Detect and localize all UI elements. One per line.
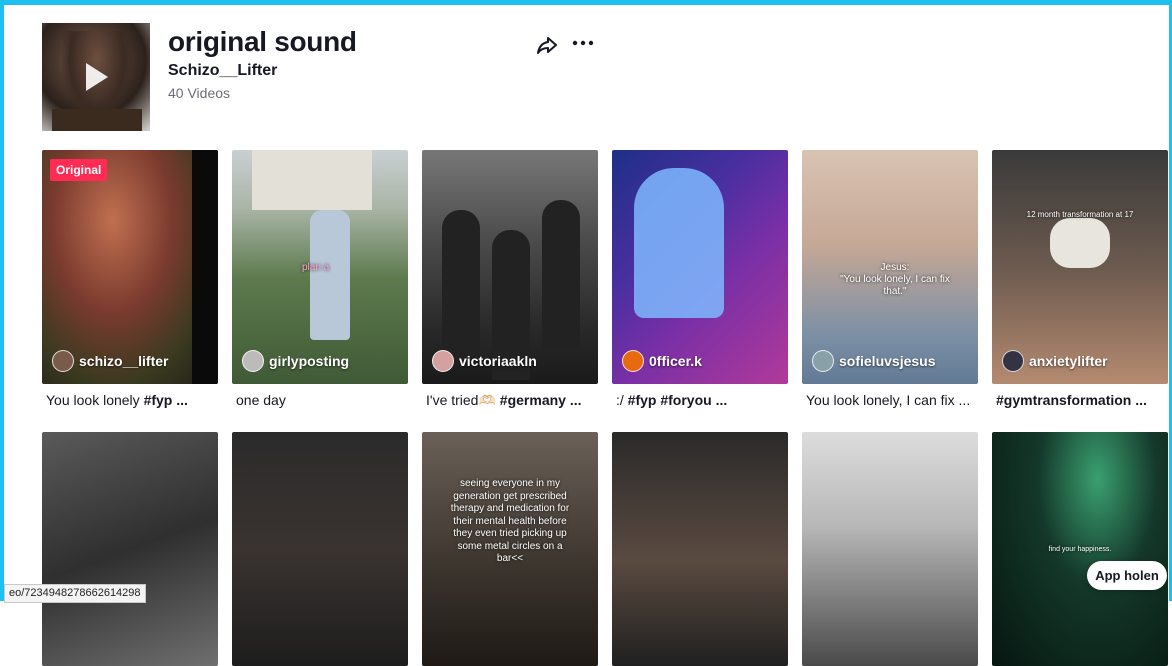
- window-left-border: [0, 0, 4, 601]
- caption-text: :/: [616, 392, 628, 408]
- video-caption[interactable]: one day: [232, 392, 408, 408]
- video-caption[interactable]: #gymtransformation ...: [992, 392, 1168, 408]
- video-caption[interactable]: You look lonely, I can fix ...: [802, 392, 978, 408]
- thumb-figure: [634, 168, 724, 318]
- caption-hashtags[interactable]: #germany ...: [500, 392, 582, 408]
- video-thumbnail[interactable]: victoriaakln: [422, 150, 598, 384]
- author-name: 0fficer.k: [649, 353, 702, 369]
- window-top-border: [0, 0, 1172, 5]
- thumb-house: [252, 150, 372, 210]
- thumb-figure: [542, 200, 580, 350]
- sound-title: original sound: [168, 26, 357, 57]
- sound-author[interactable]: Schizo__Lifter: [168, 62, 277, 80]
- more-icon: [572, 40, 594, 46]
- video-card[interactable]: [802, 432, 978, 666]
- author-name: schizo__lifter: [79, 353, 169, 369]
- share-icon: [537, 37, 557, 54]
- caption-hashtags[interactable]: #gymtransformation ...: [996, 392, 1147, 408]
- avatar: [1002, 350, 1024, 372]
- avatar: [812, 350, 834, 372]
- video-caption[interactable]: You look lonely #fyp ...: [42, 392, 218, 408]
- sound-cover[interactable]: [42, 23, 150, 131]
- video-thumbnail[interactable]: 0fficer.k: [612, 150, 788, 384]
- video-card[interactable]: seeing everyone in my generation get pre…: [422, 432, 598, 666]
- video-overlay-text: Jesus: "You look lonely, I can fix that.…: [840, 262, 950, 297]
- play-icon[interactable]: [86, 63, 108, 91]
- video-card[interactable]: victoriaakln I've tried🫶🏻 #germany ...: [422, 150, 598, 409]
- author-name: victoriaakln: [459, 353, 537, 369]
- avatar: [242, 350, 264, 372]
- video-caption[interactable]: I've tried🫶🏻 #germany ...: [422, 392, 598, 409]
- original-badge: Original: [50, 159, 108, 181]
- author-name: sofieluvsjesus: [839, 353, 936, 369]
- cover-bench: [52, 109, 142, 131]
- video-thumbnail[interactable]: Jesus: "You look lonely, I can fix that.…: [802, 150, 978, 384]
- author-name: girlyposting: [269, 353, 350, 369]
- share-button[interactable]: [535, 33, 559, 57]
- thumb-shadow: [192, 150, 218, 384]
- video-thumbnail[interactable]: seeing everyone in my generation get pre…: [422, 432, 598, 666]
- video-thumbnail[interactable]: 12 month transformation at 17 anxietylif…: [992, 150, 1168, 384]
- video-overlay-text: find your happiness.: [1048, 546, 1112, 553]
- video-thumbnail[interactable]: plan a girlyposting: [232, 150, 408, 384]
- avatar: [432, 350, 454, 372]
- video-card[interactable]: [42, 432, 218, 666]
- video-author[interactable]: victoriaakln: [432, 350, 537, 372]
- video-author[interactable]: schizo__lifter: [52, 350, 168, 372]
- video-card[interactable]: 12 month transformation at 17 anxietylif…: [992, 150, 1168, 408]
- status-bar-url: eo/7234948278662614298: [4, 584, 146, 603]
- video-card[interactable]: Original schizo__lifter You look lonely …: [42, 150, 218, 408]
- video-thumbnail[interactable]: Original schizo__lifter: [42, 150, 218, 384]
- caption-text: You look lonely: [46, 392, 144, 408]
- get-app-button[interactable]: App holen: [1087, 561, 1167, 590]
- video-card[interactable]: Jesus: "You look lonely, I can fix that.…: [802, 150, 978, 408]
- video-overlay-text: seeing everyone in my generation get pre…: [450, 478, 570, 564]
- more-button[interactable]: [570, 33, 596, 53]
- video-thumbnail[interactable]: [42, 432, 218, 666]
- caption-hashtags[interactable]: #fyp ...: [144, 392, 188, 408]
- video-card[interactable]: find your happiness.: [992, 432, 1168, 666]
- video-card[interactable]: plan a girlyposting one day: [232, 150, 408, 408]
- caption-text: one day: [236, 392, 286, 408]
- video-thumbnail[interactable]: [612, 432, 788, 666]
- video-author[interactable]: anxietylifter: [1002, 350, 1108, 372]
- thumb-figure: [310, 210, 350, 340]
- video-card[interactable]: [232, 432, 408, 666]
- video-thumbnail[interactable]: [802, 432, 978, 666]
- video-overlay-text: 12 month transformation at 17: [1026, 210, 1134, 219]
- caption-text: I've tried🫶🏻: [426, 392, 500, 408]
- author-name: anxietylifter: [1029, 353, 1108, 369]
- video-author[interactable]: 0fficer.k: [622, 350, 702, 372]
- video-thumbnail[interactable]: [232, 432, 408, 666]
- video-card[interactable]: 0fficer.k :/ #fyp #foryou ...: [612, 150, 788, 408]
- caption-hashtags[interactable]: #fyp #foryou ...: [628, 392, 728, 408]
- video-count: 40 Videos: [168, 85, 231, 101]
- avatar: [52, 350, 74, 372]
- video-thumbnail[interactable]: find your happiness.: [992, 432, 1168, 666]
- video-overlay-text: plan a: [302, 262, 330, 273]
- thumb-figure: [442, 210, 480, 360]
- thumb-figure: [1050, 218, 1110, 268]
- avatar: [622, 350, 644, 372]
- caption-text: You look lonely, I can fix ...: [806, 392, 971, 408]
- video-author[interactable]: sofieluvsjesus: [812, 350, 936, 372]
- video-author[interactable]: girlyposting: [242, 350, 349, 372]
- video-card[interactable]: [612, 432, 788, 666]
- video-caption[interactable]: :/ #fyp #foryou ...: [612, 392, 788, 408]
